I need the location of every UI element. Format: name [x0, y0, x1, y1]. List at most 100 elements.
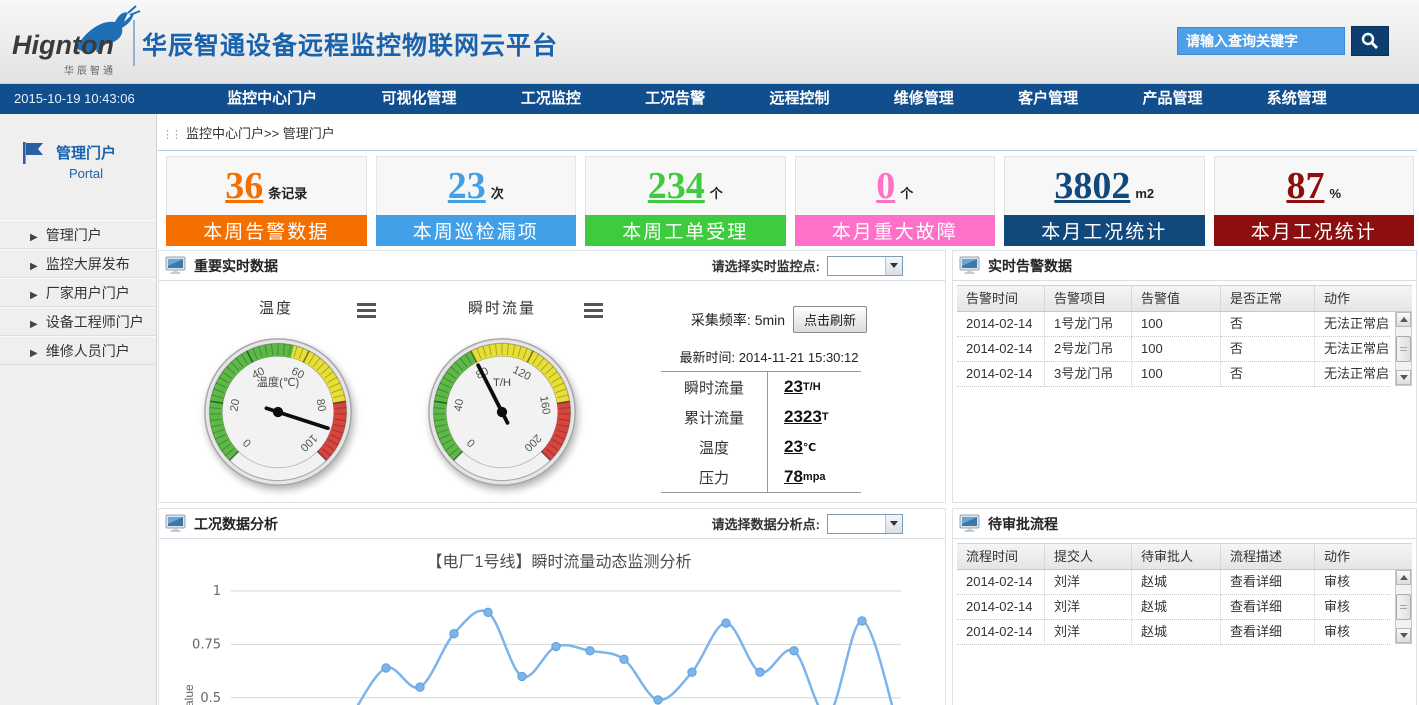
stat-cards: 36条记录 本周告警数据 23次 本周巡检漏项 234个 本周工单受理 0个 本…	[166, 156, 1414, 246]
view-detail-link[interactable]: 查看详细	[1221, 595, 1315, 620]
logo-text: Hignton	[12, 30, 114, 61]
stat-card-monthly-failures: 0个 本月重大故障	[795, 156, 996, 246]
sidebar-item-admin-portal[interactable]: ▶管理门户	[0, 220, 156, 249]
search-button[interactable]	[1351, 26, 1389, 56]
sidebar: 管理门户 Portal ▶管理门户 ▶监控大屏发布 ▶厂家用户门户 ▶设备工程师…	[0, 114, 157, 705]
nav-item-maintenance[interactable]: 维修管理	[894, 84, 954, 114]
sidebar-item-repair-portal[interactable]: ▶维修人员门户	[0, 336, 156, 365]
search-bar	[1177, 26, 1389, 56]
nav-item-visualization[interactable]: 可视化管理	[381, 84, 456, 114]
latest-time: 最新时间: 2014-11-21 15:30:12	[639, 347, 899, 366]
logo: Hignton 华辰智通	[12, 6, 142, 78]
gauge-menu-icon[interactable]	[584, 303, 603, 321]
scroll-down-icon[interactable]	[1396, 628, 1411, 643]
audit-link[interactable]: 审核	[1315, 620, 1390, 645]
reading-row: 温度23℃	[661, 432, 861, 462]
audit-link[interactable]: 审核	[1315, 595, 1390, 620]
svg-text:0.5: 0.5	[200, 691, 221, 705]
table-row[interactable]: 2014-02-14 刘洋 赵城 查看详细 审核	[957, 570, 1412, 595]
gauge-title-flow: 瞬时流量	[447, 297, 557, 318]
logo-subtext: 华辰智通	[64, 62, 116, 77]
analysis-select-label: 请选择数据分析点:	[712, 514, 820, 533]
table-row[interactable]: 2014-02-14 刘洋 赵城 查看详细 审核	[957, 595, 1412, 620]
analysis-point-select[interactable]	[827, 514, 903, 534]
reading-row: 累计流量2323T	[661, 402, 861, 432]
sidebar-item-engineer-portal[interactable]: ▶设备工程师门户	[0, 307, 156, 336]
svg-text:value: value	[182, 684, 196, 705]
svg-text:20: 20	[229, 398, 243, 412]
refresh-button[interactable]: 点击刷新	[793, 306, 867, 333]
breadcrumb-icon: ⋮⋮	[162, 129, 180, 141]
stat-value-link[interactable]: 23	[448, 167, 486, 205]
stat-value-link[interactable]: 234	[648, 167, 705, 205]
stat-value-link[interactable]: 3802	[1054, 167, 1130, 205]
sidebar-item-vendor-portal[interactable]: ▶厂家用户门户	[0, 278, 156, 307]
table-header: 告警时间 告警项目 告警值 是否正常 动作	[957, 285, 1412, 312]
chevron-right-icon: ▶	[30, 290, 38, 301]
svg-text:温度(℃): 温度(℃)	[257, 375, 300, 389]
stat-card-banner[interactable]: 本周告警数据	[166, 215, 367, 246]
stat-card-banner[interactable]: 本月工况统计	[1004, 215, 1205, 246]
view-detail-link[interactable]: 查看详细	[1221, 620, 1315, 645]
scroll-down-icon[interactable]	[1396, 370, 1411, 385]
audit-link[interactable]: 审核	[1315, 570, 1390, 595]
search-input[interactable]	[1177, 27, 1345, 55]
sidebar-item-big-screen[interactable]: ▶监控大屏发布	[0, 249, 156, 278]
stat-card-monthly-stats-pct: 87% 本月工况统计	[1214, 156, 1415, 246]
portal-title: 管理门户	[56, 142, 116, 163]
nav-item-remote-control[interactable]: 远程控制	[769, 84, 829, 114]
stat-value-link[interactable]: 0	[876, 167, 895, 205]
stat-card-banner[interactable]: 本周工单受理	[585, 215, 786, 246]
stat-value-link[interactable]: 87	[1286, 167, 1324, 205]
nav-item-customer[interactable]: 客户管理	[1018, 84, 1078, 114]
svg-text:【电厂1号线】瞬时流量动态监测分析: 【电厂1号线】瞬时流量动态监测分析	[427, 553, 692, 571]
chevron-right-icon: ▶	[30, 261, 38, 272]
table-scrollbar[interactable]	[1395, 569, 1412, 644]
flag-icon	[20, 140, 46, 166]
nav-item-product[interactable]: 产品管理	[1142, 84, 1202, 114]
table-scrollbar[interactable]	[1395, 311, 1412, 386]
stat-card-banner[interactable]: 本周巡检漏项	[376, 215, 577, 246]
section-title: 重要实时数据	[194, 256, 278, 276]
chevron-right-icon: ▶	[30, 319, 38, 330]
table-row[interactable]: 2014-02-14 3号龙门吊 100 否 无法正常启动	[957, 362, 1412, 387]
scroll-up-icon[interactable]	[1396, 312, 1411, 327]
nav-item-monitor-center[interactable]: 监控中心门户	[227, 84, 317, 114]
nav-item-system[interactable]: 系统管理	[1267, 84, 1327, 114]
svg-text:40: 40	[453, 398, 467, 412]
readings-table: 瞬时流量23T/H 累计流量2323T 温度23℃ 压力78mpa	[661, 371, 861, 493]
scrollbar-thumb[interactable]	[1396, 336, 1411, 362]
scroll-up-icon[interactable]	[1396, 570, 1411, 585]
reading-row: 压力78mpa	[661, 462, 861, 492]
approval-table: 流程时间 提交人 待审批人 流程描述 动作 2014-02-14 刘洋 赵城 查…	[957, 543, 1412, 645]
temperature-gauge: 020406080100温度(℃)	[203, 337, 353, 487]
table-row[interactable]: 2014-02-14 刘洋 赵城 查看详细 审核	[957, 620, 1412, 645]
nav-menu: 监控中心门户 可视化管理 工况监控 工况告警 远程控制 维修管理 客户管理 产品…	[195, 84, 1359, 114]
monitor-point-select[interactable]	[827, 256, 903, 276]
gauge-menu-icon[interactable]	[357, 303, 376, 321]
stat-card-weekly-inspection: 23次 本周巡检漏项	[376, 156, 577, 246]
main-content: ⋮⋮监控中心门户>> 管理门户 36条记录 本周告警数据 23次 本周巡检漏项 …	[158, 114, 1419, 705]
sidebar-menu: ▶管理门户 ▶监控大屏发布 ▶厂家用户门户 ▶设备工程师门户 ▶维修人员门户	[0, 220, 156, 365]
scrollbar-thumb[interactable]	[1396, 594, 1411, 620]
collect-rate-label: 采集频率: 5min	[691, 310, 785, 330]
table-row[interactable]: 2014-02-14 1号龙门吊 100 否 无法正常启动	[957, 312, 1412, 337]
stat-card-banner[interactable]: 本月工况统计	[1214, 215, 1415, 246]
main-nav: 2015-10-19 10:43:06 监控中心门户 可视化管理 工况监控 工况…	[0, 84, 1419, 114]
nav-item-condition-alarm[interactable]: 工况告警	[645, 84, 705, 114]
chevron-right-icon: ▶	[30, 232, 38, 243]
monitor-icon	[959, 514, 981, 533]
stat-value-link[interactable]: 36	[225, 167, 263, 205]
flow-line-chart: 【电厂1号线】瞬时流量动态监测分析10.750.5value	[159, 541, 947, 705]
breadcrumb: ⋮⋮监控中心门户>> 管理门户	[162, 123, 335, 142]
gauge-title-temperature: 温度	[221, 297, 331, 318]
svg-text:0.75: 0.75	[192, 637, 221, 652]
portal-subtitle: Portal	[56, 166, 116, 181]
view-detail-link[interactable]: 查看详细	[1221, 570, 1315, 595]
alarm-table: 告警时间 告警项目 告警值 是否正常 动作 2014-02-14 1号龙门吊 1…	[957, 285, 1412, 387]
monitor-icon	[165, 514, 187, 533]
reading-row: 瞬时流量23T/H	[661, 372, 861, 402]
table-row[interactable]: 2014-02-14 2号龙门吊 100 否 无法正常启动	[957, 337, 1412, 362]
nav-item-condition-monitor[interactable]: 工况监控	[521, 84, 581, 114]
stat-card-banner[interactable]: 本月重大故障	[795, 215, 996, 246]
